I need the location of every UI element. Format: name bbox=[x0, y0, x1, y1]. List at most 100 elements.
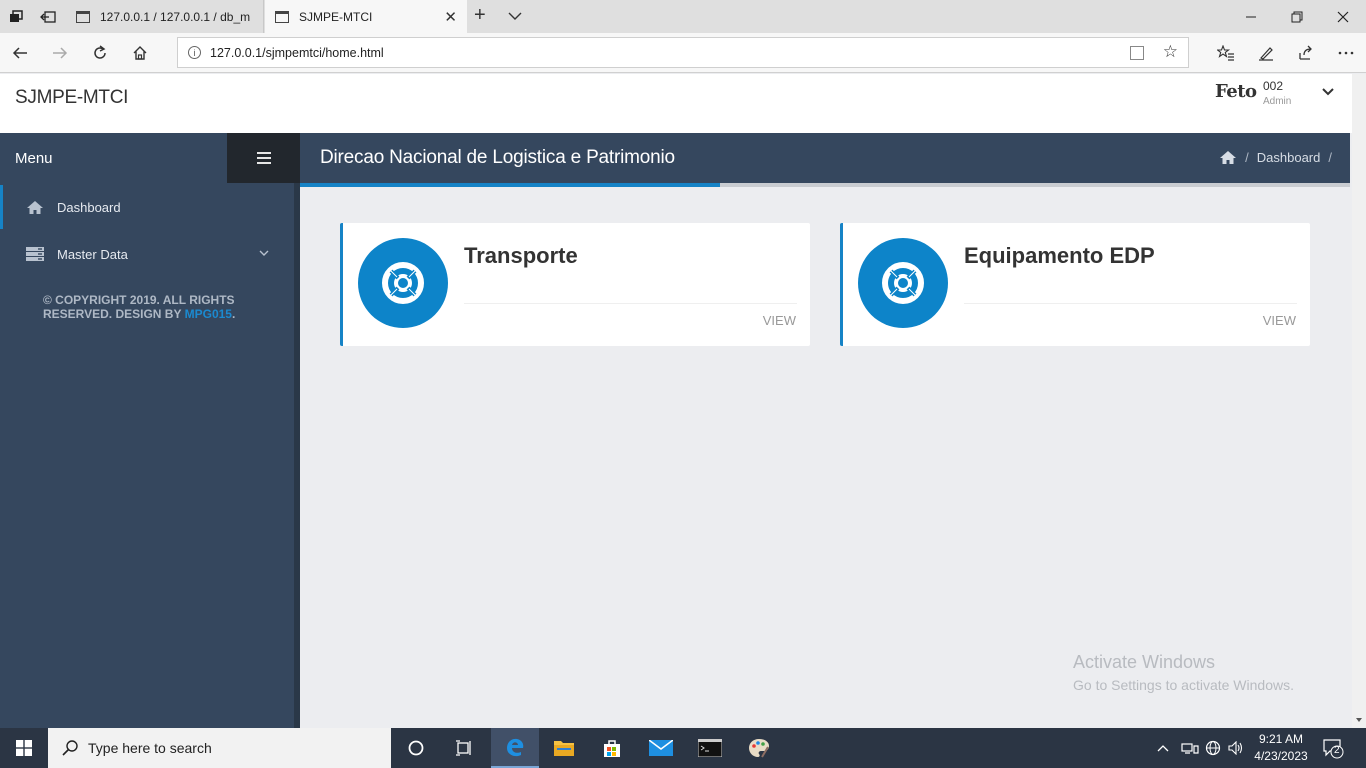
home-icon[interactable] bbox=[128, 41, 152, 65]
progress-bar bbox=[300, 183, 1350, 187]
clock-time: 9:21 AM bbox=[1258, 732, 1304, 746]
notification-count: 2 bbox=[1334, 745, 1340, 756]
copyright-end: . bbox=[231, 307, 236, 321]
user-name[interactable]: Feto bbox=[1215, 81, 1257, 102]
taskbar-store[interactable] bbox=[588, 728, 636, 768]
edge-browser-icon bbox=[507, 738, 524, 757]
hamburger-icon bbox=[256, 157, 271, 159]
task-view-icon bbox=[456, 740, 471, 756]
folder-icon bbox=[554, 741, 574, 756]
copyright-notice: © COPYRIGHT 2019. ALL RIGHTS RESERVED. D… bbox=[43, 293, 273, 321]
paint-palette-icon bbox=[749, 739, 769, 758]
life-ring-icon bbox=[858, 238, 948, 328]
mail-icon bbox=[649, 740, 673, 756]
user-role: Admin bbox=[1263, 96, 1292, 107]
windows-taskbar: Type here to search 9:21 AM 4/23/2023 2 bbox=[0, 728, 1366, 768]
menu-toggle-button[interactable] bbox=[227, 133, 300, 183]
card-title: Transporte bbox=[464, 243, 578, 268]
view-link[interactable]: VIEW bbox=[763, 313, 796, 328]
user-menu-chevron-icon[interactable] bbox=[1321, 84, 1335, 98]
sidebar-item-dashboard[interactable]: Dashboard bbox=[0, 185, 294, 229]
user-id[interactable]: 002 bbox=[1263, 79, 1283, 93]
language-status[interactable] bbox=[1205, 728, 1221, 768]
set-aside-tabs-icon[interactable] bbox=[37, 6, 59, 28]
windows-logo-icon bbox=[16, 740, 32, 756]
tab-actions-icon[interactable] bbox=[5, 6, 27, 28]
page-icon bbox=[76, 10, 90, 23]
back-icon[interactable] bbox=[8, 41, 32, 65]
favorites-hub-icon[interactable] bbox=[1214, 41, 1238, 65]
site-header: SJMPE-MTCI Feto 002 Admin bbox=[0, 74, 1352, 133]
sidebar: Dashboard Master Data bbox=[0, 133, 294, 728]
cortana-circle-icon bbox=[408, 740, 424, 756]
refresh-icon[interactable] bbox=[88, 41, 112, 65]
activation-watermark-subtitle: Go to Settings to activate Windows. bbox=[1073, 677, 1294, 693]
site-info-icon[interactable]: i bbox=[188, 46, 201, 59]
card-equipamento-edp[interactable]: Equipamento EDP VIEW bbox=[840, 223, 1310, 346]
server-icon bbox=[25, 245, 45, 263]
minimize-button[interactable] bbox=[1228, 0, 1274, 33]
favorite-star-icon[interactable]: ☆ bbox=[1163, 42, 1178, 62]
taskbar-edge[interactable] bbox=[491, 728, 539, 768]
designer-link[interactable]: MPG015 bbox=[185, 307, 232, 321]
volume-control[interactable] bbox=[1228, 728, 1244, 768]
close-window-button[interactable] bbox=[1320, 0, 1366, 33]
store-bag-icon bbox=[604, 740, 620, 757]
taskbar-search-input[interactable]: Type here to search bbox=[48, 728, 391, 768]
page-scrollbar[interactable] bbox=[1352, 74, 1366, 728]
search-icon bbox=[62, 740, 78, 756]
sidebar-divider bbox=[294, 133, 300, 728]
reading-view-icon[interactable] bbox=[1130, 46, 1144, 60]
address-url: 127.0.0.1/sjmpemtci/home.html bbox=[210, 45, 384, 60]
network-status[interactable] bbox=[1181, 728, 1199, 768]
home-icon[interactable] bbox=[1219, 150, 1237, 165]
chevron-up-icon bbox=[1157, 745, 1169, 752]
card-divider bbox=[964, 303, 1297, 304]
task-view-button[interactable] bbox=[440, 728, 488, 768]
view-link[interactable]: VIEW bbox=[1263, 313, 1296, 328]
taskbar-terminal[interactable] bbox=[686, 728, 734, 768]
show-hidden-icons-button[interactable] bbox=[1157, 728, 1169, 768]
home-icon bbox=[25, 198, 45, 216]
life-ring-icon bbox=[358, 238, 448, 328]
start-button[interactable] bbox=[0, 728, 48, 768]
speaker-icon bbox=[1228, 741, 1243, 755]
sidebar-item-label: Dashboard bbox=[57, 199, 121, 215]
taskbar-paint[interactable] bbox=[735, 728, 783, 768]
card-transporte[interactable]: Transporte VIEW bbox=[340, 223, 810, 346]
content-header: Direcao Nacional de Logistica e Patrimon… bbox=[300, 133, 1350, 183]
scroll-down-icon[interactable] bbox=[1355, 716, 1363, 724]
brand-logo-text[interactable]: SJMPE-MTCI bbox=[15, 87, 128, 109]
close-tab-icon[interactable]: ✕ bbox=[444, 8, 457, 26]
taskbar-file-explorer[interactable] bbox=[540, 728, 588, 768]
restore-button[interactable] bbox=[1274, 0, 1320, 33]
web-note-icon[interactable] bbox=[1254, 41, 1278, 65]
breadcrumb-separator: / bbox=[1245, 150, 1249, 165]
taskbar-mail[interactable] bbox=[637, 728, 685, 768]
tab-list-chevron-icon[interactable] bbox=[506, 7, 524, 25]
tab-label: SJMPE-MTCI bbox=[299, 9, 373, 24]
taskbar-clock[interactable]: 9:21 AM 4/23/2023 bbox=[1250, 731, 1312, 765]
browser-nav-bar: i 127.0.0.1/sjmpemtci/home.html ☆ bbox=[0, 33, 1366, 73]
sidebar-item-label: Master Data bbox=[57, 246, 128, 262]
tab-label: 127.0.0.1 / 127.0.0.1 / db_m bbox=[100, 9, 250, 24]
card-title: Equipamento EDP bbox=[964, 243, 1155, 268]
breadcrumb-current[interactable]: Dashboard bbox=[1257, 150, 1321, 165]
activation-watermark-title: Activate Windows bbox=[1073, 652, 1216, 672]
cortana-button[interactable] bbox=[392, 728, 440, 768]
address-bar[interactable]: i 127.0.0.1/sjmpemtci/home.html ☆ bbox=[177, 37, 1189, 68]
sidebar-item-master-data[interactable]: Master Data bbox=[0, 232, 294, 276]
menu-bar: Menu bbox=[0, 133, 228, 183]
breadcrumb-separator: / bbox=[1328, 150, 1332, 165]
tab-sjmpe-mtci[interactable]: SJMPE-MTCI ✕ bbox=[265, 0, 467, 33]
share-icon[interactable] bbox=[1294, 41, 1318, 65]
clock-date: 4/23/2023 bbox=[1254, 749, 1308, 763]
tab-phpmyadmin[interactable]: 127.0.0.1 / 127.0.0.1 / db_m bbox=[66, 0, 264, 33]
search-placeholder: Type here to search bbox=[88, 740, 212, 756]
forward-icon[interactable] bbox=[48, 41, 72, 65]
progress-fill bbox=[300, 183, 720, 187]
new-tab-button[interactable]: + bbox=[474, 4, 486, 27]
page-title: Direcao Nacional de Logistica e Patrimon… bbox=[320, 147, 675, 168]
action-center-button[interactable]: 2 bbox=[1322, 737, 1344, 759]
more-menu-icon[interactable] bbox=[1334, 41, 1358, 65]
